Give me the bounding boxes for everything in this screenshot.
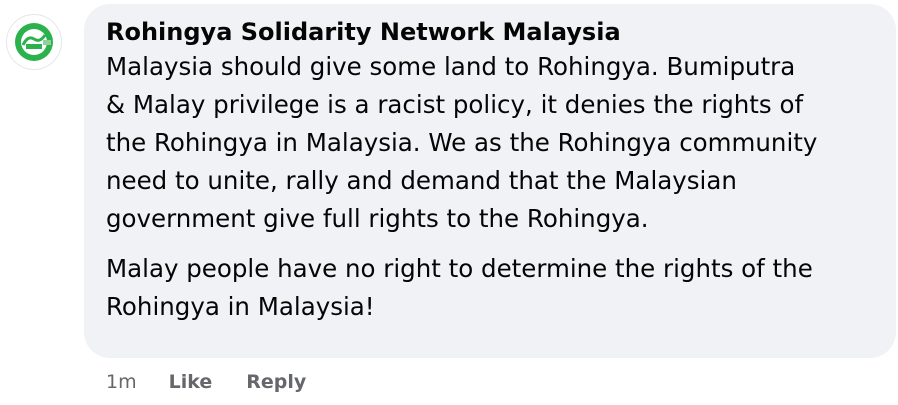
comment-line: government give full rights to the Rohin…: [106, 204, 649, 233]
avatar[interactable]: [6, 14, 62, 70]
like-button[interactable]: Like: [169, 371, 213, 393]
reply-button[interactable]: Reply: [246, 371, 306, 393]
comment-line: need to unite, rally and demand that the…: [106, 166, 737, 195]
comment-line: Malay people have no right to determine …: [106, 254, 813, 283]
comment-paragraph: Malay people have no right to determine …: [106, 250, 874, 326]
comment-author[interactable]: Rohingya Solidarity Network Malaysia: [106, 16, 874, 48]
comment-line: & Malay privilege is a racist policy, it…: [106, 90, 804, 119]
comment-line: Rohingya in Malaysia!: [106, 292, 375, 321]
comment-paragraph: Malaysia should give some land to Rohing…: [106, 48, 874, 238]
comment-bubble: Rohingya Solidarity Network Malaysia Mal…: [84, 4, 896, 358]
comment-actions: 1m Like Reply: [106, 368, 306, 396]
comment-timestamp[interactable]: 1m: [106, 371, 137, 393]
organization-logo-icon: [15, 23, 53, 61]
comment-line: the Rohingya in Malaysia. We as the Rohi…: [106, 128, 818, 157]
comment-line: Malaysia should give some land to Rohing…: [106, 52, 796, 81]
comment: Rohingya Solidarity Network Malaysia Mal…: [0, 0, 898, 405]
